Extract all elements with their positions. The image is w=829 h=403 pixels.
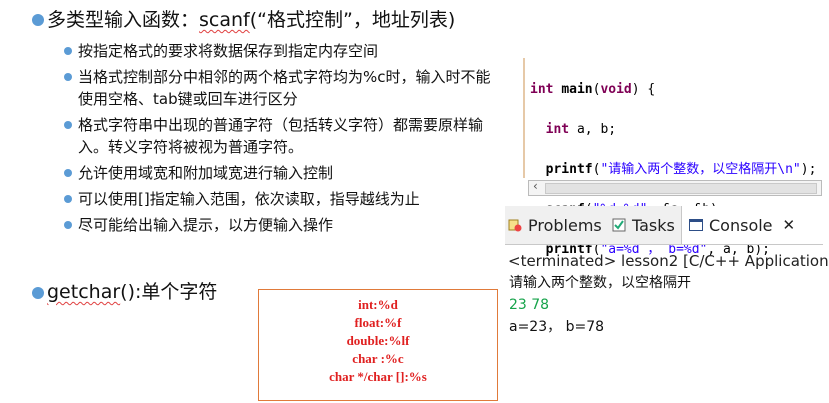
code-line: printf("请输入两个整数，以空格隔开\n");	[545, 162, 817, 177]
format-line: double:%lf	[346, 333, 410, 348]
tab-tasks[interactable]: Tasks	[611, 206, 675, 244]
list-item: 尽可能给出输入提示，以方便输入操作	[62, 214, 498, 236]
scroll-thumb[interactable]	[545, 183, 817, 194]
close-icon[interactable]: ✕	[783, 216, 796, 234]
title-suffix: (“格式控制”，地址列表)	[249, 9, 456, 31]
code-keyword: int	[530, 82, 554, 97]
ide-tab-bar: Problems Tasks Console ✕	[505, 206, 829, 245]
tab-problems[interactable]: Problems	[507, 206, 602, 244]
console-output: <terminated> lesson2 [C/C++ Application]…	[505, 246, 829, 401]
heading2-suffix: ():单个字符	[120, 281, 218, 303]
list-bullet	[64, 47, 72, 55]
format-line: char :%c	[352, 351, 404, 366]
console-status: <terminated> lesson2 [C/C++ Application]	[508, 252, 829, 270]
horizontal-scrollbar[interactable]: ‹	[528, 179, 822, 196]
format-line: char */char []:%s	[329, 369, 427, 384]
tasks-icon	[611, 217, 627, 233]
heading2-bullet	[32, 287, 44, 299]
list-item: 当格式控制部分中相邻的两个格式字符均为%c时，输入时不能使用空格、tab键或回车…	[62, 66, 498, 110]
console-line: 23 78	[509, 297, 550, 313]
code-line: int a, b;	[545, 122, 617, 137]
code-fn: main	[561, 82, 593, 97]
list-bullet	[64, 195, 72, 203]
code-keyword: void	[600, 82, 632, 97]
console-line: 请输入两个整数，以空格隔开	[509, 275, 691, 291]
format-specifier-box: int:%d float:%f double:%lf char :%c char…	[258, 289, 498, 401]
console-icon	[688, 217, 704, 233]
list-bullet	[64, 221, 72, 229]
tab-console[interactable]: Console ✕	[681, 206, 829, 244]
heading-bullet	[32, 14, 44, 26]
code-keyword: int	[545, 122, 570, 137]
code-line: int main(void) {	[530, 82, 656, 97]
list-item: 格式字符串中出现的普通字符（包括转义字符）都需要原样输入。转义字符将被视为普通字…	[62, 114, 498, 158]
format-line: float:%f	[354, 315, 402, 330]
bullet-list: 按指定格式的要求将数据保存到指定内存空间 当格式控制部分中相邻的两个格式字符均为…	[62, 40, 498, 236]
code-string: "请输入两个整数，以空格隔开\n"	[600, 162, 801, 177]
title-scanf: scanf	[199, 9, 250, 31]
heading2-getchar: getchar	[47, 281, 121, 303]
code-fn: printf	[545, 162, 593, 177]
list-item: 可以使用[]指定输入范围，依次读取，指导越线为止	[62, 188, 498, 210]
page-title: 多类型输入函数：scanf(“格式控制”，地址列表)	[47, 8, 455, 32]
console-line: a=23， b=78	[509, 319, 605, 335]
problems-icon	[507, 217, 523, 233]
list-bullet	[64, 121, 72, 129]
format-line: int:%d	[358, 297, 398, 312]
section-heading: getchar():单个字符	[47, 280, 217, 304]
list-bullet	[64, 169, 72, 177]
scroll-left-icon[interactable]: ‹	[533, 179, 538, 193]
editor-gutter	[505, 58, 525, 178]
list-bullet	[64, 73, 72, 81]
title-prefix: 多类型输入函数：	[47, 9, 200, 31]
list-item: 按指定格式的要求将数据保存到指定内存空间	[62, 40, 498, 62]
list-item: 允许使用域宽和附加域宽进行输入控制	[62, 162, 498, 184]
